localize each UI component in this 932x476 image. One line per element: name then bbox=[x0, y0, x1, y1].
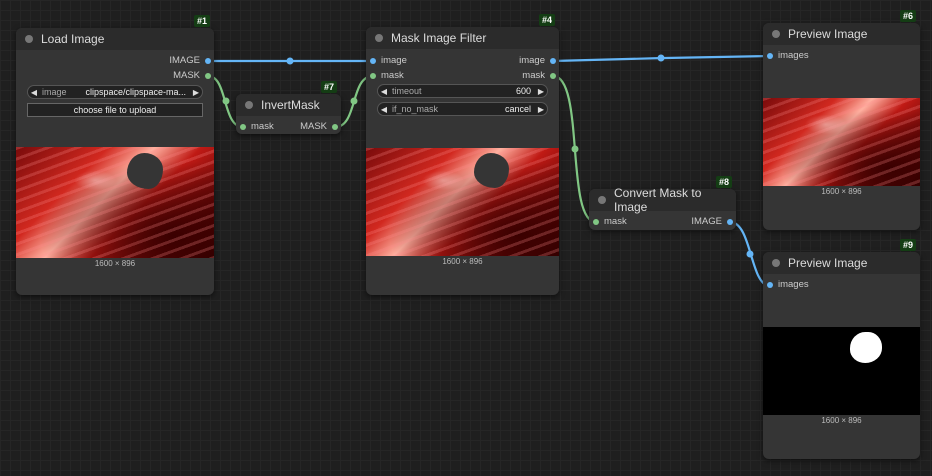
node-title: Preview Image bbox=[788, 27, 868, 41]
node-title: Preview Image bbox=[788, 256, 868, 270]
output-mask-slot[interactable] bbox=[550, 73, 556, 79]
image-preview bbox=[366, 148, 559, 256]
collapse-toggle[interactable] bbox=[772, 259, 780, 267]
input-image-label: image bbox=[381, 55, 407, 66]
node-id-badge: #9 bbox=[899, 239, 916, 251]
link-midpoint[interactable] bbox=[222, 97, 230, 105]
node-title-bar[interactable]: Convert Mask to Image bbox=[589, 186, 736, 214]
output-mask-label: mask bbox=[522, 70, 545, 81]
decrement-arrow-icon[interactable]: ◀ bbox=[378, 87, 390, 96]
image-size-label: 1600 × 896 bbox=[821, 187, 862, 196]
output-mask-label: MASK bbox=[300, 121, 327, 132]
node-preview-image-2[interactable]: #9 Preview Image images 1600 × 896 bbox=[763, 239, 920, 459]
input-images-label: images bbox=[778, 50, 809, 61]
node-title: InvertMask bbox=[261, 98, 320, 112]
input-mask-label: mask bbox=[604, 216, 627, 227]
decrement-arrow-icon[interactable]: ◀ bbox=[28, 88, 40, 97]
input-mask-label: mask bbox=[251, 121, 274, 132]
collapse-toggle[interactable] bbox=[598, 196, 606, 204]
input-mask-slot[interactable] bbox=[593, 219, 599, 225]
link-midpoint[interactable] bbox=[350, 97, 358, 105]
if-no-mask-widget[interactable]: ◀ if_no_mask cancel ▶ bbox=[377, 102, 548, 116]
increment-arrow-icon[interactable]: ▶ bbox=[535, 105, 547, 114]
image-preview bbox=[763, 98, 920, 186]
node-title: Mask Image Filter bbox=[391, 31, 487, 45]
node-title-bar[interactable]: Preview Image bbox=[763, 252, 920, 274]
input-images-label: images bbox=[778, 279, 809, 290]
mask-hole-shape bbox=[127, 153, 163, 189]
image-size-label: 1600 × 896 bbox=[94, 259, 136, 268]
output-image-label: IMAGE bbox=[169, 55, 200, 66]
output-image-slot[interactable] bbox=[727, 219, 733, 225]
image-size-label: 1600 × 896 bbox=[821, 416, 862, 425]
decrement-arrow-icon[interactable]: ◀ bbox=[378, 105, 390, 114]
output-mask-slot[interactable] bbox=[205, 73, 211, 79]
image-size-label: 1600 × 896 bbox=[442, 257, 483, 266]
input-mask-slot[interactable] bbox=[370, 73, 376, 79]
node-title: Convert Mask to Image bbox=[614, 186, 702, 214]
input-images-slot[interactable] bbox=[767, 282, 773, 288]
widget-value: clipspace/clipspace-ma... bbox=[85, 87, 186, 97]
collapse-toggle[interactable] bbox=[25, 35, 33, 43]
node-id-badge: #6 bbox=[899, 10, 916, 22]
node-id-badge: #7 bbox=[320, 81, 337, 93]
image-select-widget[interactable]: ◀ image clipspace/clipspace-ma... ▶ bbox=[27, 85, 203, 99]
input-images-slot[interactable] bbox=[767, 53, 773, 59]
node-title-bar[interactable]: Mask Image Filter bbox=[366, 27, 559, 49]
node-load-image[interactable]: #1 Load Image IMAGE MASK ◀ image clipspa… bbox=[16, 15, 214, 295]
node-title-bar[interactable]: Load Image bbox=[16, 28, 214, 50]
image-preview bbox=[16, 147, 214, 258]
output-image-slot[interactable] bbox=[205, 58, 211, 64]
mask-white-shape bbox=[850, 332, 882, 363]
link-filter-to-preview[interactable] bbox=[552, 54, 771, 63]
node-id-badge: #1 bbox=[193, 15, 210, 27]
widget-label: image bbox=[42, 87, 67, 97]
node-invert-mask[interactable]: #7 InvertMask mask MASK bbox=[236, 81, 341, 134]
output-mask-label: MASK bbox=[173, 70, 200, 81]
increment-arrow-icon[interactable]: ▶ bbox=[535, 87, 547, 96]
widget-label: timeout bbox=[392, 86, 422, 96]
link-midpoint[interactable] bbox=[746, 250, 754, 258]
widget-value: cancel bbox=[504, 104, 531, 114]
input-mask-slot[interactable] bbox=[240, 124, 246, 130]
link-midpoint[interactable] bbox=[571, 145, 579, 153]
output-image-slot[interactable] bbox=[550, 58, 556, 64]
node-id-badge: #8 bbox=[715, 176, 732, 188]
collapse-toggle[interactable] bbox=[772, 30, 780, 38]
node-title-bar[interactable]: Preview Image bbox=[763, 23, 920, 45]
input-mask-label: mask bbox=[381, 70, 404, 81]
node-title-bar[interactable]: InvertMask bbox=[236, 94, 341, 116]
widget-label: if_no_mask bbox=[392, 104, 439, 114]
mask-preview-image bbox=[763, 327, 920, 415]
output-image-label: image bbox=[519, 55, 545, 66]
increment-arrow-icon[interactable]: ▶ bbox=[190, 88, 202, 97]
input-image-slot[interactable] bbox=[370, 58, 376, 64]
collapse-toggle[interactable] bbox=[375, 34, 383, 42]
node-preview-image-1[interactable]: #6 Preview Image images 1600 × 896 bbox=[763, 10, 920, 230]
link-midpoint[interactable] bbox=[286, 57, 294, 65]
node-title: Load Image bbox=[41, 32, 105, 46]
timeout-widget[interactable]: ◀ timeout 600 ▶ bbox=[377, 84, 548, 98]
mask-hole-shape bbox=[474, 153, 509, 188]
node-mask-image-filter[interactable]: #4 Mask Image Filter image mask image ma… bbox=[366, 14, 559, 295]
widget-value: 600 bbox=[515, 86, 531, 96]
output-image-label: IMAGE bbox=[691, 216, 722, 227]
output-mask-slot[interactable] bbox=[332, 124, 338, 130]
node-convert-mask-to-image[interactable]: #8 Convert Mask to Image mask IMAGE bbox=[589, 176, 736, 230]
collapse-toggle[interactable] bbox=[245, 101, 253, 109]
node-id-badge: #4 bbox=[538, 14, 555, 26]
link-midpoint[interactable] bbox=[657, 54, 665, 62]
upload-button[interactable]: choose file to upload bbox=[27, 103, 203, 117]
